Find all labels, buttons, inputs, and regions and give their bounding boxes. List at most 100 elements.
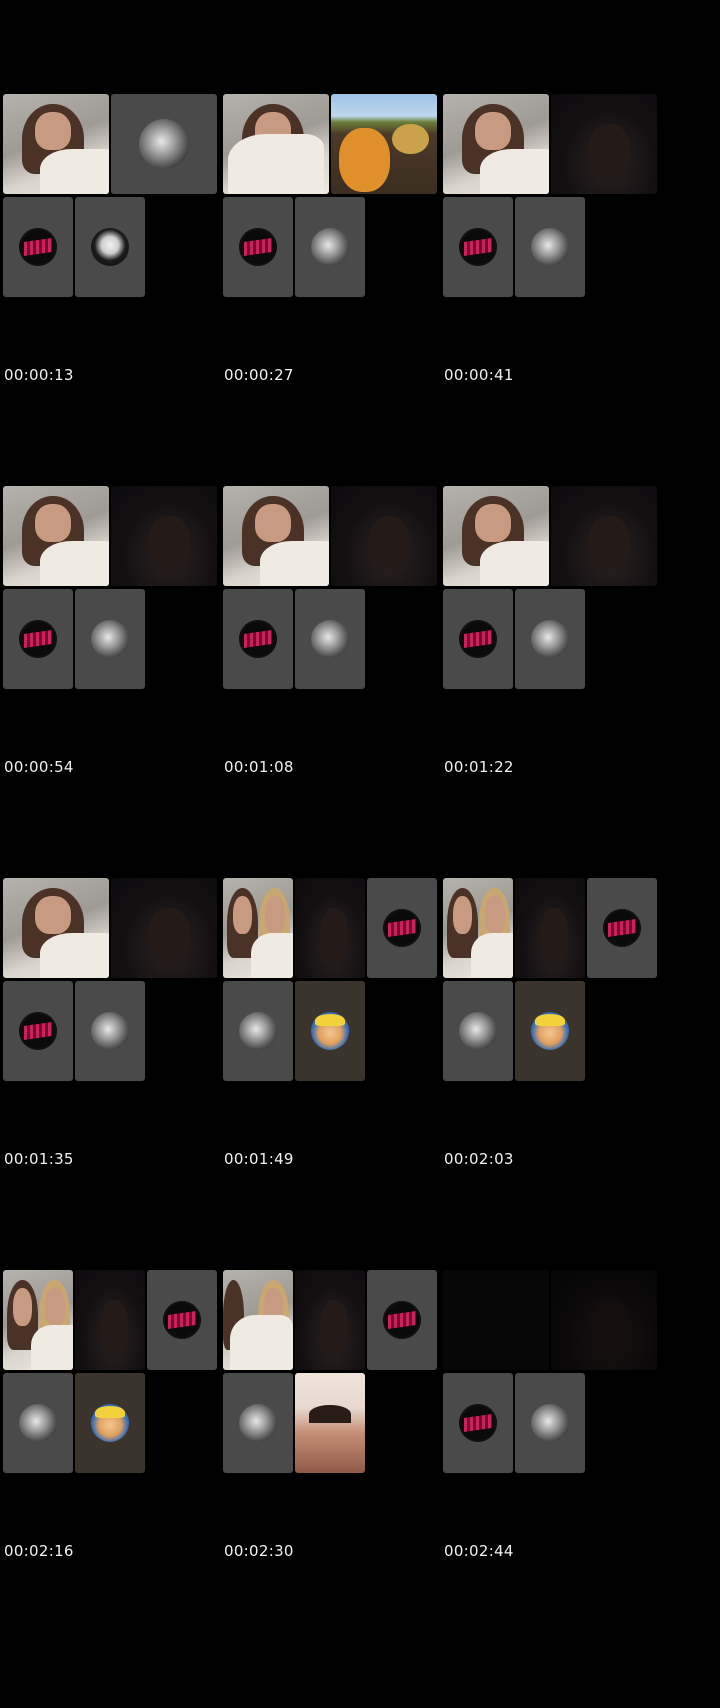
video-tile-host[interactable] — [443, 1270, 549, 1370]
guest-tile-video[interactable] — [111, 486, 217, 586]
guest-tile-video[interactable] — [331, 486, 437, 586]
guest-tile[interactable] — [75, 197, 145, 297]
face-shape — [319, 908, 348, 963]
cymbal-shape — [392, 124, 429, 154]
guest-tile-video[interactable] — [75, 1270, 145, 1370]
red-avatar-icon — [383, 1301, 421, 1339]
guest-tile[interactable] — [295, 589, 365, 689]
timestamp: 00:01:49 — [224, 1150, 294, 1168]
video-tile-host[interactable] — [443, 486, 549, 586]
guest-tile[interactable] — [295, 981, 365, 1081]
silver-avatar-icon — [459, 1012, 497, 1050]
guest-tile[interactable] — [3, 981, 73, 1081]
face-shape — [452, 896, 473, 934]
video-tile-host[interactable] — [443, 94, 549, 194]
face-shape — [45, 1288, 65, 1326]
guest-tile[interactable] — [75, 1373, 145, 1473]
guest-tile-video[interactable] — [551, 94, 657, 194]
red-avatar-icon — [239, 228, 277, 266]
blanket-shape — [40, 149, 109, 194]
face-shape — [265, 896, 285, 934]
guest-tile[interactable] — [515, 197, 585, 297]
guest-tile[interactable] — [147, 1270, 217, 1370]
timestamp: 00:02:03 — [444, 1150, 514, 1168]
video-tile-host[interactable] — [3, 486, 109, 586]
guest-tile[interactable] — [443, 981, 513, 1081]
guest-tile[interactable] — [3, 589, 73, 689]
video-tile-host[interactable] — [223, 1270, 293, 1370]
guest-tile[interactable] — [515, 981, 585, 1081]
blanket-shape — [31, 1325, 73, 1370]
guest-tile[interactable] — [295, 197, 365, 297]
timestamp: 00:02:44 — [444, 1542, 514, 1560]
guest-tile[interactable] — [3, 197, 73, 297]
blanket-shape — [40, 933, 109, 978]
silver-avatar-icon — [239, 1012, 277, 1050]
guest-tile[interactable] — [367, 878, 437, 978]
silver-avatar-icon — [239, 1404, 277, 1442]
guest-tile[interactable] — [443, 1373, 513, 1473]
blanket-shape — [228, 134, 324, 194]
guest-tile[interactable] — [367, 1270, 437, 1370]
face-shape — [588, 1300, 631, 1355]
red-avatar-icon — [239, 620, 277, 658]
guest-tile-video[interactable] — [295, 1373, 365, 1473]
frame-8: 00:01:49 — [220, 784, 460, 1211]
red-avatar-icon — [459, 620, 497, 658]
blanket-shape — [251, 933, 293, 978]
video-tile-host[interactable] — [3, 878, 109, 978]
guest-tile-video[interactable] — [111, 878, 217, 978]
video-tile-host[interactable] — [223, 486, 329, 586]
video-tile-host[interactable] — [443, 878, 513, 978]
frame-5: 00:01:08 — [220, 392, 460, 819]
guest-tile-video[interactable] — [551, 486, 657, 586]
blanket-shape — [480, 541, 549, 586]
timestamp: 00:00:54 — [4, 758, 74, 776]
frame-9: 00:02:03 — [440, 784, 680, 1211]
silver-avatar-icon — [139, 119, 189, 169]
face-shape — [588, 124, 631, 179]
video-tile-host[interactable] — [3, 1270, 73, 1370]
guest-tile[interactable] — [515, 589, 585, 689]
guest-tile[interactable] — [223, 589, 293, 689]
silver-avatar-icon — [19, 1404, 57, 1442]
guest-tile[interactable] — [515, 1373, 585, 1473]
red-avatar-icon — [19, 228, 57, 266]
guest-tile[interactable] — [223, 197, 293, 297]
guest-tile[interactable] — [75, 981, 145, 1081]
face-shape — [12, 1288, 33, 1326]
guest-tile-video[interactable] — [515, 878, 585, 978]
guest-tile-video[interactable] — [331, 94, 437, 194]
blanket-shape — [471, 933, 513, 978]
guest-tile-video[interactable] — [295, 1270, 365, 1370]
face-shape — [148, 516, 191, 571]
blanket-shape — [260, 541, 329, 586]
guest-tile[interactable] — [111, 94, 217, 194]
guest-tile-video[interactable] — [551, 1270, 657, 1370]
guest-tile[interactable] — [587, 878, 657, 978]
guest-tile[interactable] — [443, 197, 513, 297]
guest-tile[interactable] — [223, 1373, 293, 1473]
anime-avatar-icon — [531, 1012, 569, 1050]
timestamp: 00:02:30 — [224, 1542, 294, 1560]
timestamp: 00:00:13 — [4, 366, 74, 384]
guest-tile-video[interactable] — [295, 878, 365, 978]
video-tile-host[interactable] — [223, 94, 329, 194]
red-avatar-icon — [603, 909, 641, 947]
cartoon-character-shape — [339, 128, 391, 192]
face-shape — [539, 908, 568, 963]
video-tile-host[interactable] — [3, 94, 109, 194]
timestamp: 00:01:08 — [224, 758, 294, 776]
red-avatar-icon — [19, 1012, 57, 1050]
face-shape — [474, 504, 511, 542]
timestamp: 00:00:41 — [444, 366, 514, 384]
guest-tile[interactable] — [443, 589, 513, 689]
frame-10: 00:02:16 — [0, 1176, 240, 1603]
blanket-shape — [230, 1315, 293, 1370]
video-tile-host[interactable] — [223, 878, 293, 978]
silver-avatar-icon — [531, 1404, 569, 1442]
guest-tile[interactable] — [223, 981, 293, 1081]
guest-tile[interactable] — [3, 1373, 73, 1473]
guest-tile[interactable] — [75, 589, 145, 689]
face-shape — [319, 1300, 348, 1355]
